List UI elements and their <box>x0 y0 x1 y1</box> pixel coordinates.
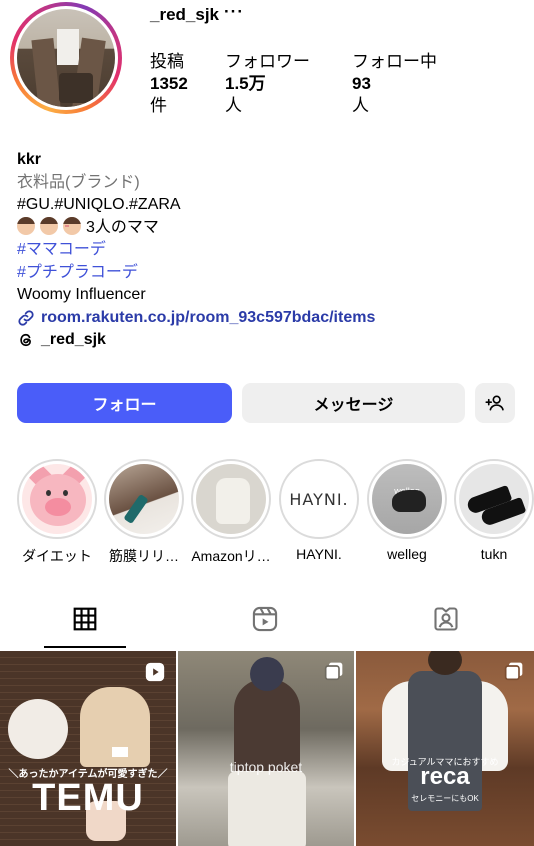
highlight-cover <box>109 464 179 534</box>
pig-icon <box>22 464 92 534</box>
highlight-hayni[interactable]: HAYNI. HAYNI. <box>279 459 359 562</box>
highlight-fascia[interactable]: 筋膜リリ… <box>104 459 184 566</box>
post-title: reca <box>420 763 470 790</box>
post-tiptop[interactable]: tiptop poket <box>178 651 354 846</box>
stat-label: フォロワー <box>225 52 310 71</box>
message-button[interactable]: メッセージ <box>242 383 465 423</box>
reel-icon <box>145 662 165 682</box>
highlight-cover <box>196 464 266 534</box>
stat-value: 1352 <box>150 74 188 93</box>
highlight-cover <box>459 464 529 534</box>
profile-username: _red_sjk <box>150 5 219 24</box>
threads-icon <box>20 334 31 347</box>
profile-avatar[interactable] <box>10 2 122 114</box>
external-link-text: room.rakuten.co.jp/room_93c597bdac/items <box>41 308 376 326</box>
post-overlay-text: tiptop poket <box>229 759 303 775</box>
more-options-icon[interactable]: ··· <box>224 2 244 22</box>
stat-unit: 人 <box>352 96 369 115</box>
grid-icon <box>73 607 97 631</box>
highlight-welleg[interactable]: welleg welleg <box>367 459 447 562</box>
stat-unit: 人 <box>225 96 242 115</box>
stat-value: 1.5万 <box>225 74 266 93</box>
stat-label: フォロー中 <box>352 52 437 71</box>
girl-emoji-icon <box>63 216 81 235</box>
post-caption: セレモニーにもOK <box>411 794 479 803</box>
stat-following[interactable]: フォロー中 93 人 <box>352 51 437 117</box>
follow-button[interactable]: フォロー <box>17 383 232 423</box>
external-link[interactable]: room.rakuten.co.jp/room_93c597bdac/items <box>17 307 517 330</box>
suggest-user-button[interactable] <box>475 383 515 423</box>
boy-emoji-icon <box>17 216 35 235</box>
profile-bio: kkr 衣料品(ブランド) #GU.#UNIQLO.#ZARA 3人のママ #マ… <box>17 149 517 352</box>
highlight-tukn[interactable]: tukn <box>454 459 534 562</box>
stat-posts[interactable]: 投稿 1352 件 <box>150 51 188 117</box>
stat-followers[interactable]: フォロワー 1.5万 人 <box>225 51 310 117</box>
bio-mama-text: 3人のママ <box>86 218 159 236</box>
hashtag-link[interactable]: #ママコーデ <box>17 239 517 262</box>
tab-reels[interactable] <box>250 604 280 634</box>
stat-value: 93 <box>352 74 371 93</box>
post-title: TEMU <box>32 777 144 819</box>
boy-emoji-icon <box>40 216 58 235</box>
post-temu[interactable]: ＼あったかアイテムが可愛すぎた／ TEMU <box>0 651 176 846</box>
threads-username: _red_sjk <box>41 331 106 348</box>
highlight-cover: welleg <box>372 464 442 534</box>
bio-line-family: 3人のママ <box>17 216 517 240</box>
highlight-label: welleg <box>387 546 427 562</box>
highlight-label: tukn <box>480 546 508 562</box>
link-icon <box>18 310 34 326</box>
tab-posts[interactable] <box>70 604 100 634</box>
post-reca[interactable]: カジュアルママにおすすめ reca セレモニーにもOK <box>356 651 534 846</box>
add-person-icon <box>485 395 504 411</box>
avatar-photo <box>17 9 115 107</box>
hayni-logo: HAYNI. <box>284 464 354 534</box>
stat-label: 投稿 <box>150 52 184 71</box>
threads-link[interactable]: _red_sjk <box>17 329 517 352</box>
tagged-icon <box>434 607 458 631</box>
stat-unit: 件 <box>150 96 167 115</box>
tab-tagged[interactable] <box>431 604 461 634</box>
hashtag-link[interactable]: #プチプラコーデ <box>17 262 517 285</box>
highlight-diet[interactable]: ダイエット <box>17 459 97 566</box>
reels-icon <box>252 606 278 632</box>
bio-line-brands: #GU.#UNIQLO.#ZARA <box>17 196 181 213</box>
highlight-label: ダイエット <box>22 548 92 564</box>
highlight-label: HAYNI. <box>296 546 342 562</box>
carousel-icon <box>324 662 343 681</box>
bio-line-influencer: Woomy Influencer <box>17 286 146 303</box>
carousel-icon <box>504 662 523 681</box>
highlight-label: 筋膜リリ… <box>109 548 179 564</box>
highlight-label: Amazonリ… <box>191 548 271 564</box>
active-tab-indicator <box>44 646 126 648</box>
highlight-amazon[interactable]: Amazonリ… <box>191 459 271 566</box>
profile-category: 衣料品(ブランド) <box>17 173 140 191</box>
profile-name: kkr <box>17 151 42 168</box>
